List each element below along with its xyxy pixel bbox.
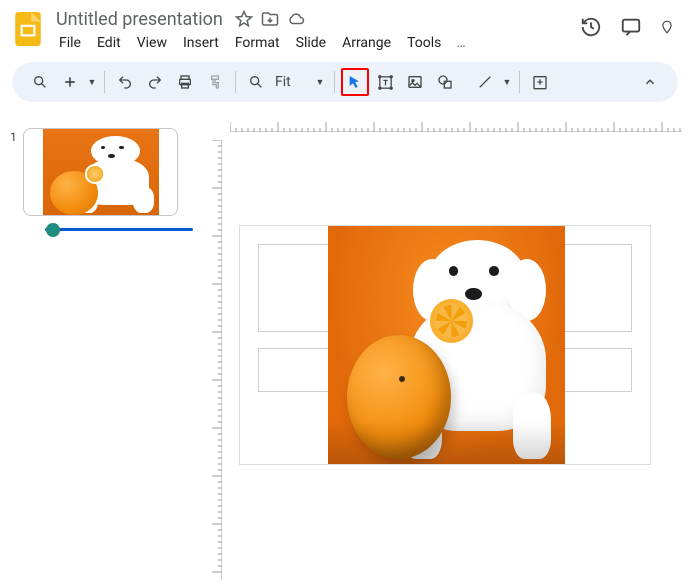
zoom-control[interactable]: Fit ▼ <box>242 68 328 96</box>
zoom-label[interactable]: Fit <box>271 74 311 90</box>
star-icon[interactable] <box>235 10 253 28</box>
thumbnail-container <box>23 128 193 231</box>
toolbar-separator <box>104 71 105 93</box>
insert-shape-icon[interactable] <box>431 68 459 96</box>
toolbar-separator <box>235 71 236 93</box>
select-tool-icon[interactable] <box>344 71 366 93</box>
menu-tools[interactable]: Tools <box>400 33 448 53</box>
toolbar-separator <box>334 71 335 93</box>
slide-thumbnail[interactable] <box>23 128 178 216</box>
document-title[interactable]: Untitled presentation <box>52 9 227 30</box>
menu-arrange[interactable]: Arrange <box>335 33 398 53</box>
slide-number: 1 <box>10 128 17 144</box>
insert-comment-icon[interactable] <box>526 68 554 96</box>
insert-image-icon[interactable] <box>401 68 429 96</box>
slide-image[interactable] <box>328 226 565 464</box>
collapse-toolbar-icon[interactable] <box>636 68 664 96</box>
search-menus-icon[interactable] <box>26 68 54 96</box>
line-dropdown-icon[interactable]: ▼ <box>501 68 513 96</box>
new-slide-icon[interactable] <box>56 68 84 96</box>
slides-app-icon[interactable] <box>12 10 44 48</box>
thumbnail-selection-underline <box>45 228 193 231</box>
horizontal-ruler[interactable] <box>230 118 682 132</box>
toolbar: ▼ Fit ▼ ▼ <box>12 62 678 102</box>
comments-icon[interactable] <box>620 16 642 38</box>
menu-insert[interactable]: Insert <box>176 33 226 53</box>
zoom-dropdown-icon[interactable]: ▼ <box>312 77 328 88</box>
menu-bar: File Edit View Insert Format Slide Arran… <box>52 32 572 54</box>
menu-slide[interactable]: Slide <box>289 33 333 53</box>
undo-icon[interactable] <box>111 68 139 96</box>
zoom-icon[interactable] <box>242 68 270 96</box>
insert-line-icon[interactable] <box>471 68 499 96</box>
meet-icon[interactable] <box>660 16 674 38</box>
toolbar-separator <box>519 71 520 93</box>
select-tool-highlight <box>341 68 369 96</box>
header-bar: Untitled presentation File Edit View Ins… <box>0 0 690 54</box>
shape-dropdown-icon[interactable] <box>461 68 469 96</box>
menu-edit[interactable]: Edit <box>90 33 128 53</box>
cloud-status-icon[interactable] <box>287 10 305 28</box>
menu-more[interactable]: … <box>450 33 471 53</box>
menu-format[interactable]: Format <box>228 33 287 53</box>
filmstrip-panel: 1 <box>0 110 200 588</box>
menu-view[interactable]: View <box>130 33 174 53</box>
title-area: Untitled presentation File Edit View Ins… <box>52 8 572 54</box>
header-right <box>580 16 678 38</box>
slide-canvas[interactable] <box>240 226 650 464</box>
move-folder-icon[interactable] <box>261 10 279 28</box>
speaker-notes-indicator-icon <box>46 223 60 237</box>
thumbnail-image <box>43 129 159 216</box>
thumbnail-row: 1 <box>10 128 190 231</box>
new-slide-dropdown-icon[interactable]: ▼ <box>86 68 98 96</box>
vertical-ruler[interactable] <box>208 140 222 580</box>
version-history-icon[interactable] <box>580 16 602 38</box>
menu-file[interactable]: File <box>52 33 88 53</box>
text-box-icon[interactable] <box>371 68 399 96</box>
redo-icon[interactable] <box>141 68 169 96</box>
print-icon[interactable] <box>171 68 199 96</box>
title-row: Untitled presentation <box>52 8 572 30</box>
paint-format-icon[interactable] <box>201 68 229 96</box>
workspace: 1 <box>0 110 690 588</box>
canvas-area <box>200 110 690 588</box>
